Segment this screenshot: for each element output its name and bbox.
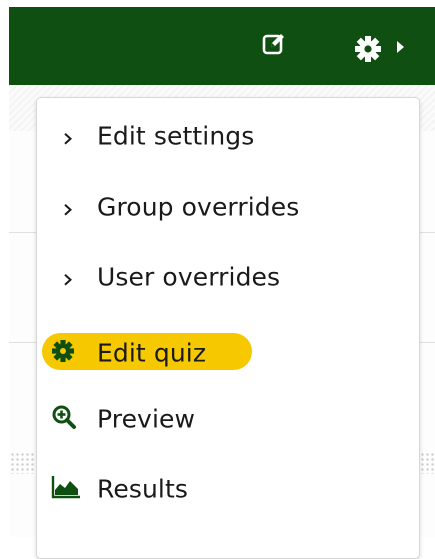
menu-item-label: Group overrides: [97, 192, 300, 222]
menu-item-results[interactable]: Results: [37, 462, 419, 516]
menu-item-group-overrides[interactable]: Group overrides: [37, 180, 419, 234]
menu-item-label: User overrides: [97, 262, 281, 292]
chevron-right-icon: [63, 200, 73, 220]
menu-item-preview[interactable]: Preview: [37, 392, 419, 446]
magnify-plus-icon: [51, 404, 77, 434]
menu-item-label: Edit settings: [97, 121, 255, 151]
menu-item-edit-quiz[interactable]: Edit quiz: [37, 326, 419, 380]
area-chart-icon: [51, 474, 81, 504]
menu-item-label: Results: [97, 474, 188, 504]
menu-item-user-overrides[interactable]: User overrides: [37, 250, 419, 304]
chevron-right-icon: [63, 129, 73, 149]
top-navigation-bar: [9, 7, 435, 85]
menu-item-label: Edit quiz: [97, 338, 207, 368]
chevron-right-icon: [63, 270, 73, 290]
caret-right-icon[interactable]: [395, 39, 407, 59]
menu-item-label: Preview: [97, 404, 196, 434]
gear-icon[interactable]: [354, 35, 382, 67]
menu-item-edit-settings[interactable]: Edit settings: [37, 109, 419, 163]
drag-handle-icon: [10, 452, 34, 474]
edit-icon[interactable]: [261, 31, 287, 61]
quiz-actions-menu: Edit settings Group overrides User overr…: [36, 97, 420, 559]
gear-icon: [51, 339, 75, 367]
